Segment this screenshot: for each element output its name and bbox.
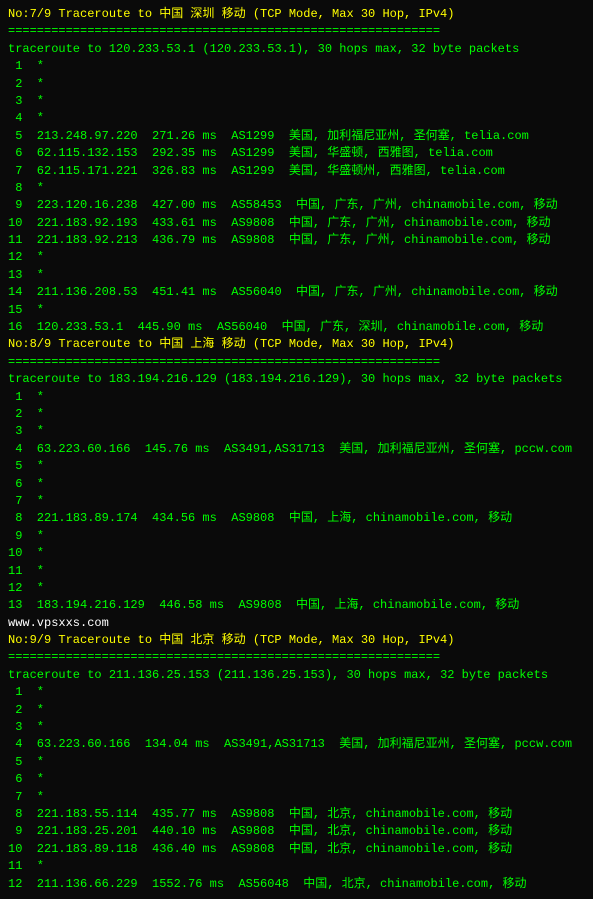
terminal-line-51: 12 211.136.66.229 1552.76 ms AS56048 中国,…: [8, 876, 585, 893]
terminal-line-37: No:9/9 Traceroute to 中国 北京 移动 (TCP Mode,…: [8, 632, 585, 649]
terminal-output: No:7/9 Traceroute to 中国 深圳 移动 (TCP Mode,…: [8, 6, 585, 893]
terminal-line-18: 16 120.233.53.1 445.90 ms AS56040 中国, 广东…: [8, 319, 585, 336]
terminal-line-41: 2 *: [8, 702, 585, 719]
terminal-line-33: 11 *: [8, 563, 585, 580]
terminal-line-12: 10 221.183.92.193 433.61 ms AS9808 中国, 广…: [8, 215, 585, 232]
terminal-line-49: 10 221.183.89.118 436.40 ms AS9808 中国, 北…: [8, 841, 585, 858]
terminal-line-23: 1 *: [8, 389, 585, 406]
terminal-line-22: traceroute to 183.194.216.129 (183.194.2…: [8, 371, 585, 388]
terminal-line-34: 12 *: [8, 580, 585, 597]
terminal-line-48: 9 221.183.25.201 440.10 ms AS9808 中国, 北京…: [8, 823, 585, 840]
terminal-line-30: 8 221.183.89.174 434.56 ms AS9808 中国, 上海…: [8, 510, 585, 527]
terminal-line-4: 2 *: [8, 76, 585, 93]
terminal-line-39: traceroute to 211.136.25.153 (211.136.25…: [8, 667, 585, 684]
terminal-line-9: 7 62.115.171.221 326.83 ms AS1299 美国, 华盛…: [8, 163, 585, 180]
terminal-line-10: 8 *: [8, 180, 585, 197]
terminal-line-40: 1 *: [8, 684, 585, 701]
terminal-line-28: 6 *: [8, 476, 585, 493]
terminal-line-8: 6 62.115.132.153 292.35 ms AS1299 美国, 华盛…: [8, 145, 585, 162]
terminal-line-17: 15 *: [8, 302, 585, 319]
terminal-line-43: 4 63.223.60.166 134.04 ms AS3491,AS31713…: [8, 736, 585, 753]
terminal-line-15: 13 *: [8, 267, 585, 284]
terminal-line-5: 3 *: [8, 93, 585, 110]
terminal-line-3: 1 *: [8, 58, 585, 75]
terminal-line-31: 9 *: [8, 528, 585, 545]
terminal-line-7: 5 213.248.97.220 271.26 ms AS1299 美国, 加利…: [8, 128, 585, 145]
terminal-line-13: 11 221.183.92.213 436.79 ms AS9808 中国, 广…: [8, 232, 585, 249]
terminal-line-1: ========================================…: [8, 23, 585, 40]
terminal-line-26: 4 63.223.60.166 145.76 ms AS3491,AS31713…: [8, 441, 585, 458]
terminal-line-50: 11 *: [8, 858, 585, 875]
terminal-line-20: No:8/9 Traceroute to 中国 上海 移动 (TCP Mode,…: [8, 336, 585, 353]
terminal-line-42: 3 *: [8, 719, 585, 736]
terminal-line-27: 5 *: [8, 458, 585, 475]
terminal-line-21: ========================================…: [8, 354, 585, 371]
terminal-line-36: www.vpsxxs.com: [8, 615, 585, 632]
terminal-line-2: traceroute to 120.233.53.1 (120.233.53.1…: [8, 41, 585, 58]
terminal-line-11: 9 223.120.16.238 427.00 ms AS58453 中国, 广…: [8, 197, 585, 214]
terminal-line-46: 7 *: [8, 789, 585, 806]
terminal-line-6: 4 *: [8, 110, 585, 127]
terminal-line-38: ========================================…: [8, 649, 585, 666]
terminal-line-44: 5 *: [8, 754, 585, 771]
terminal-line-0: No:7/9 Traceroute to 中国 深圳 移动 (TCP Mode,…: [8, 6, 585, 23]
terminal-line-35: 13 183.194.216.129 446.58 ms AS9808 中国, …: [8, 597, 585, 614]
terminal-line-32: 10 *: [8, 545, 585, 562]
terminal-line-25: 3 *: [8, 423, 585, 440]
terminal-line-29: 7 *: [8, 493, 585, 510]
terminal-line-16: 14 211.136.208.53 451.41 ms AS56040 中国, …: [8, 284, 585, 301]
terminal-line-24: 2 *: [8, 406, 585, 423]
terminal-line-45: 6 *: [8, 771, 585, 788]
terminal-line-14: 12 *: [8, 249, 585, 266]
